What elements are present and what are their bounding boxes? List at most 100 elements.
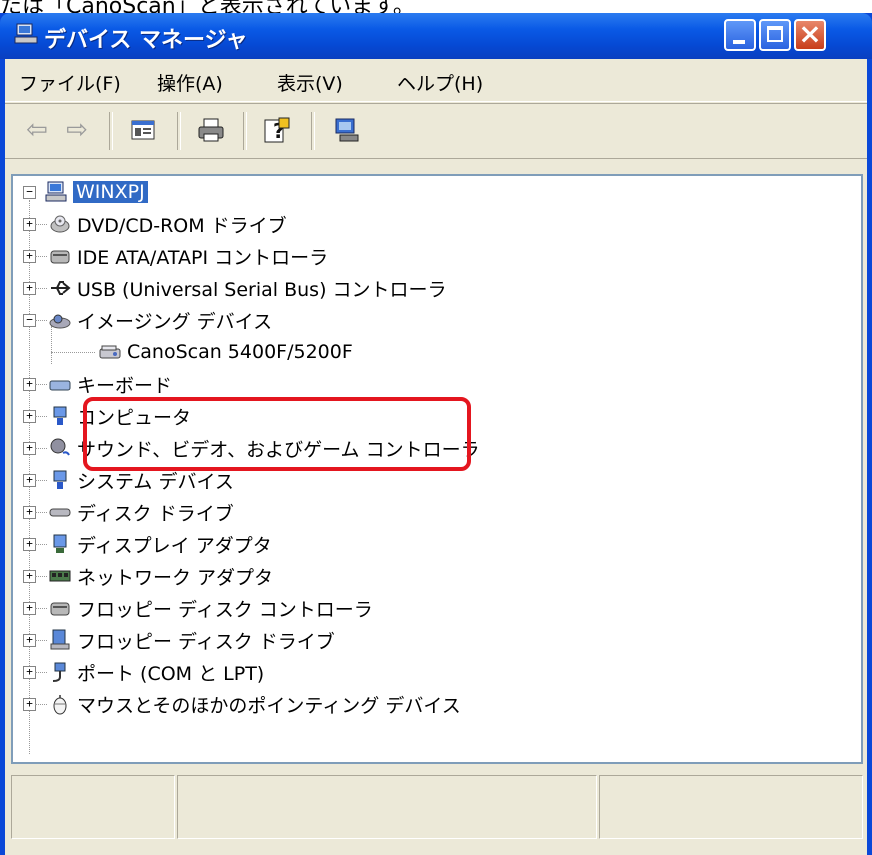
imaging-device-icon bbox=[49, 314, 71, 329]
menu-view[interactable]: 表示(V) bbox=[277, 69, 343, 96]
tree-item-keyboard[interactable]: + キーボード bbox=[23, 368, 172, 400]
toolbar-separator bbox=[243, 112, 247, 150]
tree-item-label: DVD/CD-ROM ドライブ bbox=[77, 214, 287, 237]
tree-item-usb[interactable]: + USB (Universal Serial Bus) コントローラ bbox=[23, 272, 447, 304]
display-adapter-icon bbox=[53, 534, 67, 553]
tree-connector bbox=[35, 704, 47, 705]
tree-item-label: CanoScan 5400F/5200F bbox=[127, 341, 353, 363]
tree-item-ide[interactable]: + IDE ATA/ATAPI コントローラ bbox=[23, 240, 328, 272]
tree-connector bbox=[35, 608, 47, 609]
maximize-button[interactable] bbox=[759, 19, 791, 51]
close-button[interactable]: × bbox=[794, 17, 826, 51]
tree-connector bbox=[35, 320, 47, 321]
mouse-icon bbox=[53, 695, 67, 715]
status-pane bbox=[599, 775, 863, 839]
scan-hardware-button[interactable] bbox=[331, 114, 363, 146]
keyboard-icon bbox=[49, 380, 71, 391]
tree-connector bbox=[35, 256, 47, 257]
tree-item-label: ディスプレイ アダプタ bbox=[77, 534, 272, 557]
tree-item-network[interactable]: + ネットワーク アダプタ bbox=[23, 560, 273, 592]
tree-connector bbox=[35, 512, 47, 513]
tree-item-label: ポート (COM と LPT) bbox=[77, 662, 265, 685]
collapse-icon[interactable]: − bbox=[23, 186, 36, 199]
tree-connector bbox=[35, 672, 47, 673]
floppy-drive-icon bbox=[50, 629, 70, 650]
device-manager-icon bbox=[14, 23, 38, 44]
tree-item-label: マウスとそのほかのポインティング デバイス bbox=[77, 694, 461, 717]
title-bar[interactable]: デバイス マネージャ × bbox=[0, 13, 872, 59]
menu-help[interactable]: ヘルプ(H) bbox=[397, 69, 483, 96]
menu-action[interactable]: 操作(A) bbox=[157, 69, 223, 96]
system-device-icon bbox=[53, 470, 67, 489]
window-title: デバイス マネージャ bbox=[44, 28, 248, 53]
print-button[interactable] bbox=[195, 114, 227, 146]
tree-item-label: キーボード bbox=[77, 374, 173, 397]
tree-connector bbox=[35, 384, 47, 385]
tree-item-mouse[interactable]: + マウスとそのほかのポインティング デバイス bbox=[23, 688, 461, 720]
computer-icon bbox=[53, 406, 67, 425]
tree-connector bbox=[51, 352, 95, 353]
highlight-frame bbox=[83, 397, 471, 471]
close-icon: × bbox=[798, 17, 822, 50]
tree-item-label: フロッピー ディスク コントローラ bbox=[77, 598, 373, 621]
tree-root[interactable]: − WINXPJ bbox=[23, 176, 148, 208]
tree-item-label: ネットワーク アダプタ bbox=[77, 566, 274, 589]
tree-item-floppy-drive[interactable]: + フロッピー ディスク ドライブ bbox=[23, 624, 335, 656]
back-icon: ⇦ bbox=[26, 115, 48, 145]
tree-connector bbox=[35, 448, 47, 449]
tree-item-label: IDE ATA/ATAPI コントローラ bbox=[77, 246, 329, 269]
forward-icon: ⇨ bbox=[66, 115, 88, 145]
tree-connector bbox=[35, 544, 47, 545]
tree-item-canoscan[interactable]: CanoScan 5400F/5200F bbox=[51, 336, 353, 368]
status-bar bbox=[5, 771, 867, 855]
caption-text: たは「CanoScan」と表示されています。 bbox=[0, 0, 415, 14]
computer-icon bbox=[45, 181, 67, 202]
back-button[interactable]: ⇦ bbox=[21, 114, 53, 146]
maximize-icon bbox=[767, 26, 783, 42]
tree-item-dvd[interactable]: + DVD/CD-ROM ドライブ bbox=[23, 208, 287, 240]
port-icon bbox=[52, 662, 66, 682]
tree-item-label: USB (Universal Serial Bus) コントローラ bbox=[77, 278, 447, 301]
tree-item-display[interactable]: + ディスプレイ アダプタ bbox=[23, 528, 272, 560]
properties-icon bbox=[131, 120, 155, 140]
menu-bar: ファイル(F) 操作(A) 表示(V) ヘルプ(H) bbox=[5, 59, 867, 102]
print-icon bbox=[198, 118, 224, 142]
tree-connector bbox=[35, 640, 47, 641]
tree-item-ports[interactable]: + ポート (COM と LPT) bbox=[23, 656, 264, 688]
usb-icon bbox=[51, 281, 71, 295]
minimize-button[interactable] bbox=[724, 19, 756, 51]
status-pane bbox=[11, 775, 175, 839]
ide-controller-icon bbox=[50, 250, 70, 264]
tree-connector bbox=[35, 576, 47, 577]
tree-connector bbox=[35, 288, 47, 289]
toolbar-separator bbox=[177, 112, 181, 150]
tree-item-disk[interactable]: + ディスク ドライブ bbox=[23, 496, 234, 528]
tree-connector bbox=[35, 416, 47, 417]
dvd-drive-icon bbox=[50, 215, 70, 233]
help-button[interactable]: ? bbox=[261, 114, 293, 146]
client-area: ファイル(F) 操作(A) 表示(V) ヘルプ(H) ⇦ ⇨ ? − WINXP… bbox=[5, 59, 867, 855]
tree-connector bbox=[35, 224, 47, 225]
toolbar-separator bbox=[311, 112, 315, 150]
tree-item-label: ディスク ドライブ bbox=[77, 502, 234, 525]
status-pane bbox=[177, 775, 597, 839]
tree-item-label: フロッピー ディスク ドライブ bbox=[77, 630, 335, 653]
tree-item-imaging[interactable]: − イメージング デバイス bbox=[23, 304, 272, 336]
tree-root-label: WINXPJ bbox=[73, 181, 148, 203]
scanner-icon bbox=[99, 345, 121, 359]
toolbar-separator bbox=[109, 112, 113, 150]
device-tree: − WINXPJ + DVD/CD-ROM ドライブ + IDE ATA/ATA… bbox=[11, 174, 863, 764]
forward-button[interactable]: ⇨ bbox=[61, 114, 93, 146]
menu-file[interactable]: ファイル(F) bbox=[19, 69, 121, 96]
properties-button[interactable] bbox=[127, 114, 159, 146]
network-adapter-icon bbox=[49, 570, 71, 582]
tree-item-label: イメージング デバイス bbox=[77, 310, 273, 333]
sound-icon bbox=[50, 438, 70, 456]
tree-item-floppy-controller[interactable]: + フロッピー ディスク コントローラ bbox=[23, 592, 373, 624]
disk-drive-icon bbox=[49, 508, 71, 517]
scan-hardware-icon bbox=[335, 118, 359, 142]
help-icon: ? bbox=[264, 117, 290, 143]
device-manager-window: デバイス マネージャ × ファイル(F) 操作(A) 表示(V) ヘルプ(H) … bbox=[0, 13, 872, 855]
floppy-controller-icon bbox=[50, 602, 70, 616]
tree-connector bbox=[35, 480, 47, 481]
